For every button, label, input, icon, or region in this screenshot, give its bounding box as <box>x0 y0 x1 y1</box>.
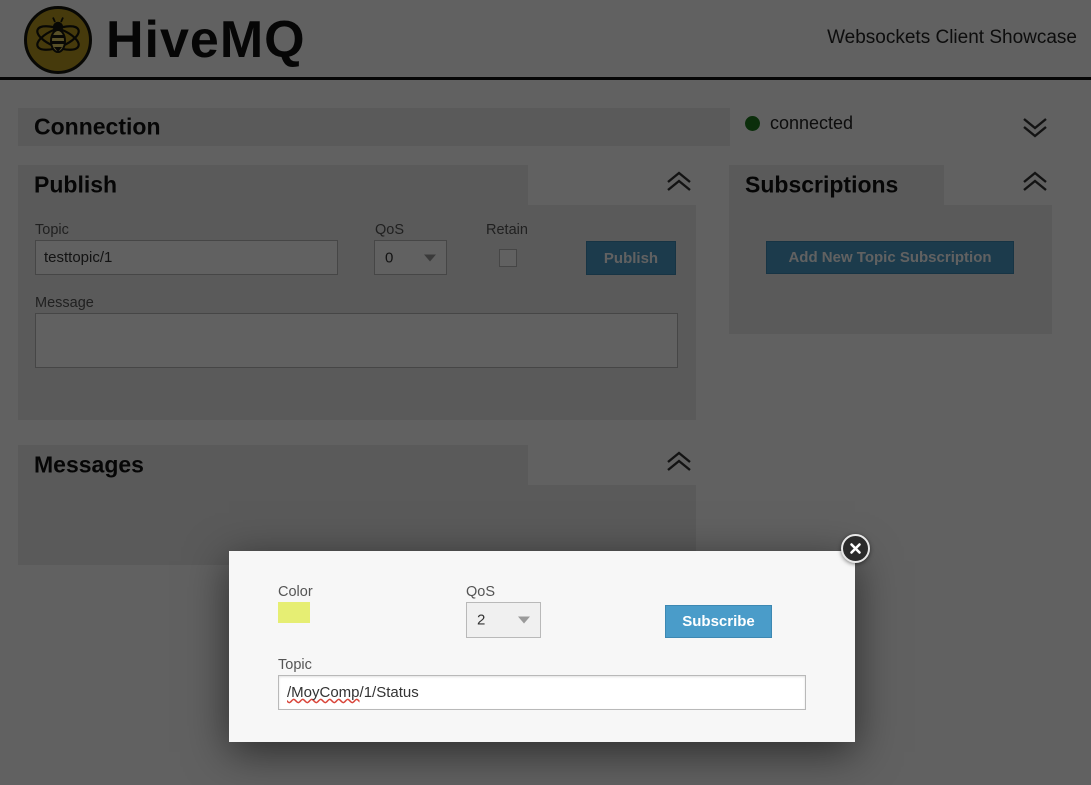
modal-topic-label: Topic <box>278 657 312 673</box>
modal-topic-input[interactable]: /MoyComp/1/Status <box>278 675 806 710</box>
modal-qos-label: QoS <box>466 584 496 600</box>
subscription-modal: Color QoS 2 Subscribe Topic /MoyComp/1/S… <box>229 551 855 742</box>
app-root: HiveMQ Websockets Client Showcase Connec… <box>0 0 1091 785</box>
modal-color-label: Color <box>278 584 313 600</box>
modal-topic-rest-part: /1/Status <box>359 684 419 701</box>
close-icon[interactable] <box>841 534 870 563</box>
modal-qos-select[interactable]: 2 <box>466 602 541 638</box>
chevron-down-icon <box>518 616 530 624</box>
modal-topic-misspelled-part: /MoyComp <box>287 684 360 701</box>
subscribe-button[interactable]: Subscribe <box>665 605 772 638</box>
modal-topic-value: /MoyComp/1/Status <box>287 684 419 701</box>
modal-color-swatch[interactable] <box>278 602 310 623</box>
modal-qos-value: 2 <box>477 611 486 629</box>
